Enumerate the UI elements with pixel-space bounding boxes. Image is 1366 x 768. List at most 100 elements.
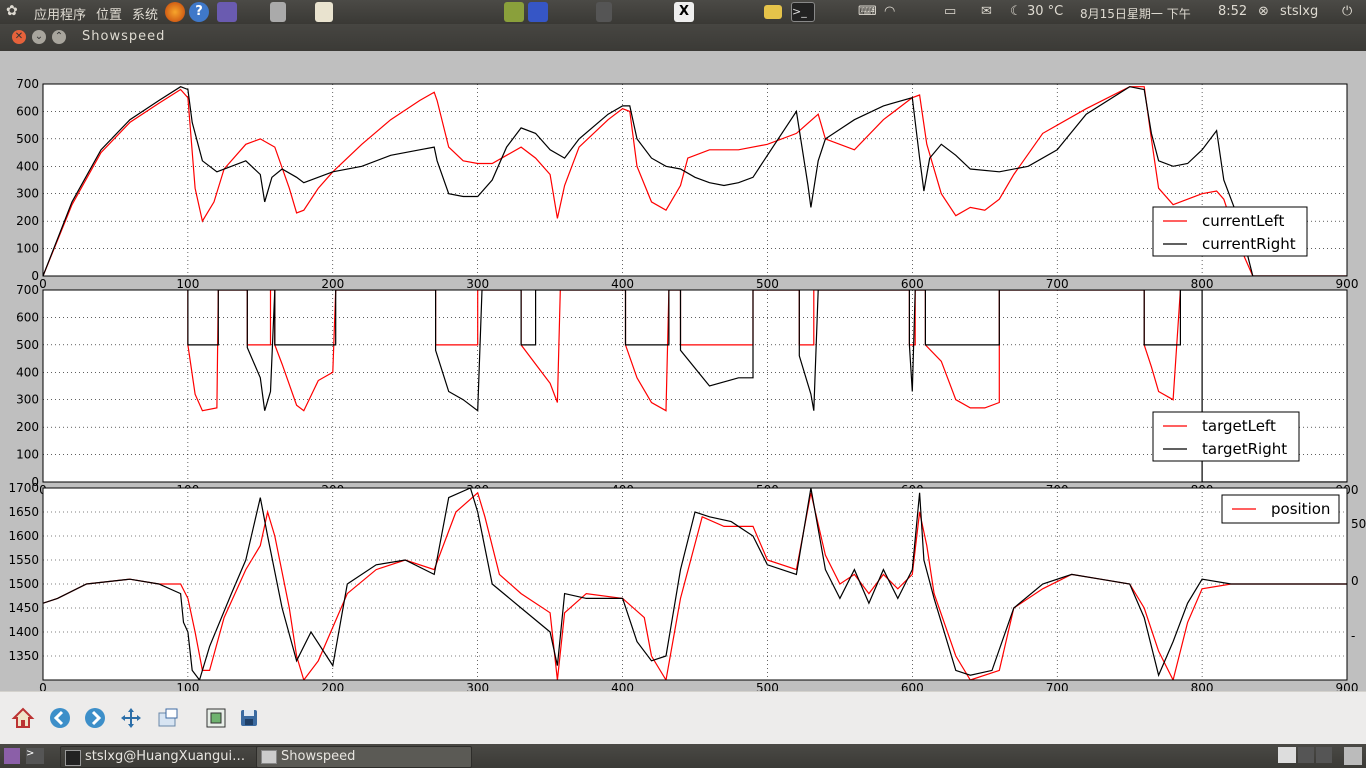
axes-3: 0 100 200 300 400 500 600 700 800 900135014001450… [8,481,1366,695]
home-icon[interactable] [10,705,36,731]
zoom-icon[interactable] [155,705,181,731]
wifi-icon[interactable]: ◠ [884,4,895,19]
bottom-panel: > stslxg@HuangXuangui… Showspeed [0,744,1366,768]
back-icon[interactable] [47,705,73,731]
y-tick-label: 1350 [8,649,39,663]
clock[interactable]: 8:52 [1218,4,1247,19]
forward-icon[interactable] [82,705,108,731]
figure-svg: 0 100 200 300 400 500 600 700 800 900010020030040… [8,77,1366,695]
x-tick-label: 600 [901,681,924,691]
right-axis-tick-label: 50 [1351,517,1366,531]
x-tick-label: 300 [466,277,489,291]
y-tick-label: 600 [16,104,39,118]
y-tick-label: 1600 [8,529,39,543]
x-tick-label: 0 [39,277,47,291]
y-tick-label: 1650 [8,505,39,519]
axes-1: 0 100 200 300 400 500 600 700 800 900 0 100 200 300 40… [16,77,1358,291]
y-tick-label: 1550 [8,553,39,567]
y-tick-label: 0 [31,269,39,283]
y-tick-label: 700 [16,77,39,91]
menu-applications[interactable]: 应用程序 [34,4,86,23]
workspace-2[interactable] [1298,747,1314,763]
y-tick-label: 1400 [8,625,39,639]
legend: currentLeft currentRight [1152,206,1308,257]
y-tick-label: 700 [16,283,39,297]
legend-label: currentLeft [1202,212,1284,230]
x-tick-label: 200 [321,681,344,691]
x-tick-label: 0 [39,681,47,691]
y-tick-label: 300 [16,187,39,201]
terminal-icon[interactable]: >_ [791,2,815,22]
top-panel: ✿ 应用程序 位置 系统 ? X >_ ⌨ ◠ ▭ ✉ ☾ 30 °C 8月15… [0,0,1366,24]
right-axis-tick-label: 0 [1351,574,1359,588]
maximize-icon[interactable]: ⌃ [52,30,66,44]
legend-label: currentRight [1202,235,1296,253]
y-tick-label: 200 [16,420,39,434]
user-icon[interactable]: ⊗ [1258,4,1269,19]
x-tick-label: 300 [466,681,489,691]
x-tick-label: 700 [1046,277,1069,291]
y-tick-label: 1450 [8,601,39,615]
x-tick-label: 700 [1046,681,1069,691]
workspace-1[interactable] [1278,747,1296,763]
menu-places[interactable]: 位置 [96,4,122,23]
figure-canvas[interactable]: 0 100 200 300 400 500 600 700 800 900 0 100 200 300 40… [0,51,1366,695]
subplots-icon[interactable] [203,705,229,731]
navigation-toolbar [0,691,1366,744]
x-tick-label: 500 [756,277,779,291]
volume-icon[interactable] [596,2,612,22]
mail-icon[interactable]: ✉ [981,4,992,19]
folder-icon[interactable] [764,5,782,19]
x-tick-label: 800 [1191,277,1214,291]
plot-area [43,84,1347,276]
workspace-3[interactable] [1316,747,1332,763]
legend: position [1221,494,1340,524]
text-editor-icon[interactable] [315,2,333,22]
date[interactable]: 8月15日星期一 下午 [1080,5,1191,22]
x-tick-label: 600 [901,277,924,291]
legend: targetLeft targetRight [1152,411,1300,462]
close-icon[interactable]: ✕ [12,30,26,44]
x-app-icon[interactable]: X [674,2,694,22]
y-tick-label: 1500 [8,577,39,591]
minimize-icon[interactable]: ⌄ [32,30,46,44]
task-showspeed-label: Showspeed [281,749,356,764]
firefox-icon[interactable] [165,2,185,22]
x-tick-label: 500 [756,681,779,691]
task-terminal[interactable]: stslxg@HuangXuangui… [60,746,276,768]
x-tick-label: 900 [1336,277,1359,291]
x-tick-label: 100 [176,681,199,691]
pan-icon[interactable] [118,705,144,731]
legend-label: targetRight [1202,440,1287,458]
y-tick-label: 400 [16,365,39,379]
save-icon[interactable] [236,705,262,731]
y-tick-label: 300 [16,393,39,407]
legend-label: targetLeft [1202,417,1276,435]
y-tick-label: 1700 [8,481,39,495]
y-tick-label: 100 [16,242,39,256]
x-tick-label: 400 [611,681,634,691]
menu-system[interactable]: 系统 [132,4,158,23]
window-title: Showspeed [82,29,166,44]
y-tick-label: 600 [16,310,39,324]
launcher-icon[interactable] [504,2,524,22]
terminal-launcher-icon[interactable]: > [26,748,44,764]
temperature[interactable]: 30 °C [1027,4,1063,19]
y-tick-label: 200 [16,214,39,228]
x-tick-label: 100 [176,277,199,291]
keyboard-icon[interactable]: ⌨ [858,4,877,19]
eclipse-icon[interactable] [217,2,237,22]
power-icon[interactable]: ⏻ [1342,4,1352,19]
show-desktop-icon[interactable] [4,748,20,764]
ubuntu-logo-icon[interactable]: ✿ [6,3,18,19]
window-icon [261,750,277,764]
battery-icon[interactable]: ▭ [944,4,956,19]
app-launcher-icon[interactable] [528,2,548,22]
y-tick-label: 100 [16,448,39,462]
trash-icon[interactable] [1344,747,1362,765]
task-showspeed[interactable]: Showspeed [256,746,472,768]
window-titlebar[interactable]: ✕ ⌄ ⌃ Showspeed [0,24,1366,51]
user-name[interactable]: stslxg [1280,4,1318,19]
help-icon[interactable]: ? [189,2,209,22]
calculator-icon[interactable] [270,2,286,22]
